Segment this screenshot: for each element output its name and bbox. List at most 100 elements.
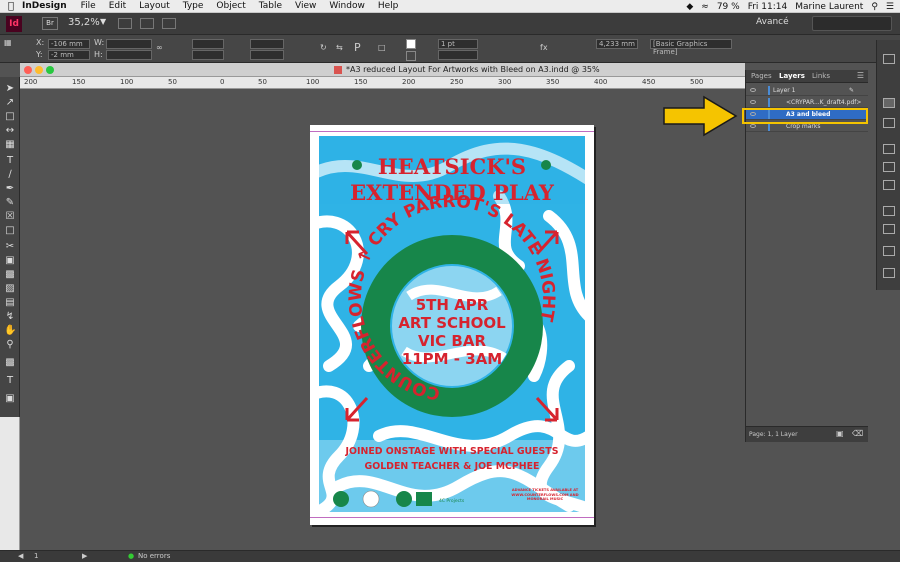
chevron-down-icon[interactable]: ▼ [100, 17, 106, 26]
note-tool-icon[interactable]: ▤ [4, 297, 16, 309]
stroke-type-field[interactable] [438, 50, 478, 60]
pencil-tool-icon[interactable]: ✎ [4, 197, 16, 209]
tab-layers[interactable]: Layers [779, 72, 805, 80]
layer-row[interactable]: Layer 1 ✎ [746, 85, 868, 96]
menu-edit[interactable]: Edit [109, 1, 126, 11]
document-page[interactable]: HEATSICK'S EXTENDED PLAY COUNTERFLOWS ↑ … [310, 125, 594, 525]
wifi-icon[interactable]: ≈ [701, 2, 709, 12]
view-options-button[interactable] [118, 18, 132, 29]
object-style-field[interactable]: [Basic Graphics Frame] [650, 39, 732, 56]
workspace-switcher[interactable]: Avancé [756, 17, 789, 27]
clock[interactable]: Fri 11:14 [748, 2, 788, 12]
next-page-icon[interactable]: ▶ [82, 552, 87, 560]
pen-tool-icon[interactable]: ✒ [4, 183, 16, 195]
menu-list-icon[interactable]: ☰ [886, 2, 894, 12]
height-field[interactable] [106, 50, 152, 60]
close-window-button[interactable] [24, 66, 32, 74]
first-page-icon[interactable]: ◀ [18, 552, 23, 560]
help-search-input[interactable] [812, 16, 892, 31]
apple-icon[interactable]:  [0, 1, 22, 12]
page-tool-icon[interactable]: □ [4, 111, 16, 123]
tab-pages[interactable]: Pages [751, 72, 772, 80]
menu-file[interactable]: File [81, 1, 96, 11]
pencil-icon[interactable]: ✎ [849, 85, 854, 96]
x-position-field[interactable]: -106 mm [48, 39, 90, 49]
arrange-documents-button[interactable] [162, 18, 176, 29]
rectangle-tool-icon[interactable]: □ [4, 225, 16, 237]
free-transform-tool-icon[interactable]: ▣ [4, 255, 16, 267]
content-collector-icon[interactable]: ▦ [4, 139, 16, 151]
character-styles-icon[interactable] [883, 268, 895, 278]
scale-x-field[interactable] [192, 39, 224, 49]
line-tool-icon[interactable]: ∕ [4, 169, 16, 181]
selection-tool-icon[interactable]: ➤ [4, 83, 16, 95]
dropbox-icon[interactable]: ◆ [686, 2, 693, 12]
swatches-icon[interactable] [883, 162, 895, 172]
stroke-icon[interactable] [883, 144, 895, 154]
app-menu[interactable]: InDesign [22, 1, 67, 11]
constrain-proportions-icon[interactable]: ∞ [156, 43, 163, 52]
layers-icon[interactable] [883, 98, 895, 108]
panel-menu-icon[interactable]: ☰ [857, 71, 864, 80]
menu-window[interactable]: Window [329, 1, 365, 11]
document-tab[interactable]: *A3 reduced Layout For Artworks with Ble… [20, 63, 745, 77]
stroke-weight-field[interactable]: 1 pt [438, 39, 478, 49]
minimize-window-button[interactable] [35, 66, 43, 74]
zoom-tool-icon[interactable]: ⚲ [4, 339, 16, 351]
bridge-button[interactable]: Br [42, 17, 58, 30]
menu-type[interactable]: Type [183, 1, 204, 11]
gradient-feather-tool-icon[interactable]: ▨ [4, 283, 16, 295]
reference-point-icon[interactable]: ▦ [4, 38, 12, 47]
menu-view[interactable]: View [295, 1, 316, 11]
links-icon[interactable] [883, 118, 895, 128]
fill-swatch[interactable] [406, 39, 416, 49]
object-styles-icon[interactable] [883, 246, 895, 256]
battery-level[interactable]: 79 % [717, 2, 740, 12]
scissors-tool-icon[interactable]: ✂ [4, 241, 16, 253]
zoom-window-button[interactable] [46, 66, 54, 74]
search-icon[interactable]: ⚲ [871, 2, 878, 12]
type-tool-icon[interactable]: T [4, 155, 16, 167]
gradient-icon[interactable] [883, 180, 895, 190]
screen-mode-icon[interactable]: ▣ [4, 393, 16, 405]
layer-row[interactable]: <CRYPAR...K_draft4.pdf> [746, 97, 868, 108]
rotation-field[interactable] [250, 39, 284, 49]
page-number[interactable]: 1 [34, 552, 38, 560]
text-wrap-icon[interactable] [883, 224, 895, 234]
effects-icon[interactable]: fx [540, 43, 548, 52]
poster-artwork[interactable]: HEATSICK'S EXTENDED PLAY COUNTERFLOWS ↑ … [319, 136, 585, 512]
menu-help[interactable]: Help [378, 1, 399, 11]
effects-icon[interactable] [883, 206, 895, 216]
select-container-icon[interactable]: □ [378, 43, 386, 52]
zoom-level[interactable]: 35,2% [68, 17, 100, 28]
rectangle-frame-tool-icon[interactable]: ☒ [4, 211, 16, 223]
y-position-field[interactable]: -2 mm [48, 50, 90, 60]
user-name[interactable]: Marine Laurent [795, 2, 863, 12]
horizontal-ruler[interactable]: 200 150 100 50 0 50 100 150 200 250 300 … [20, 77, 745, 89]
new-layer-icon[interactable]: ▣ [836, 429, 844, 438]
screen-mode-button[interactable] [140, 18, 154, 29]
eye-icon[interactable] [750, 124, 756, 128]
menu-table[interactable]: Table [259, 1, 282, 11]
gap-tool-icon[interactable]: ↔ [4, 125, 16, 137]
menu-layout[interactable]: Layout [139, 1, 170, 11]
shear-field[interactable] [250, 50, 284, 60]
direct-selection-tool-icon[interactable]: ↗ [4, 97, 16, 109]
eye-icon[interactable] [750, 100, 756, 104]
width-field[interactable] [106, 39, 152, 49]
eye-icon[interactable] [750, 88, 756, 92]
menu-object[interactable]: Object [216, 1, 245, 11]
stroke-swatch[interactable] [406, 51, 416, 61]
eyedropper-tool-icon[interactable]: ↯ [4, 311, 16, 323]
tab-links[interactable]: Links [812, 72, 830, 80]
paragraph-icon[interactable]: P [354, 41, 361, 54]
formatting-icon[interactable]: T [4, 375, 16, 387]
scale-y-field[interactable] [192, 50, 224, 60]
gradient-tool-icon[interactable]: ▩ [4, 269, 16, 281]
preflight-status[interactable]: No errors [138, 552, 170, 560]
rotate-icon[interactable]: ↻ [320, 43, 327, 52]
fill-stroke-icon[interactable]: ▩ [4, 357, 16, 369]
pages-icon[interactable] [883, 54, 895, 64]
trash-icon[interactable]: ⌫ [852, 429, 863, 438]
measure-field[interactable]: 4,233 mm [596, 39, 638, 49]
